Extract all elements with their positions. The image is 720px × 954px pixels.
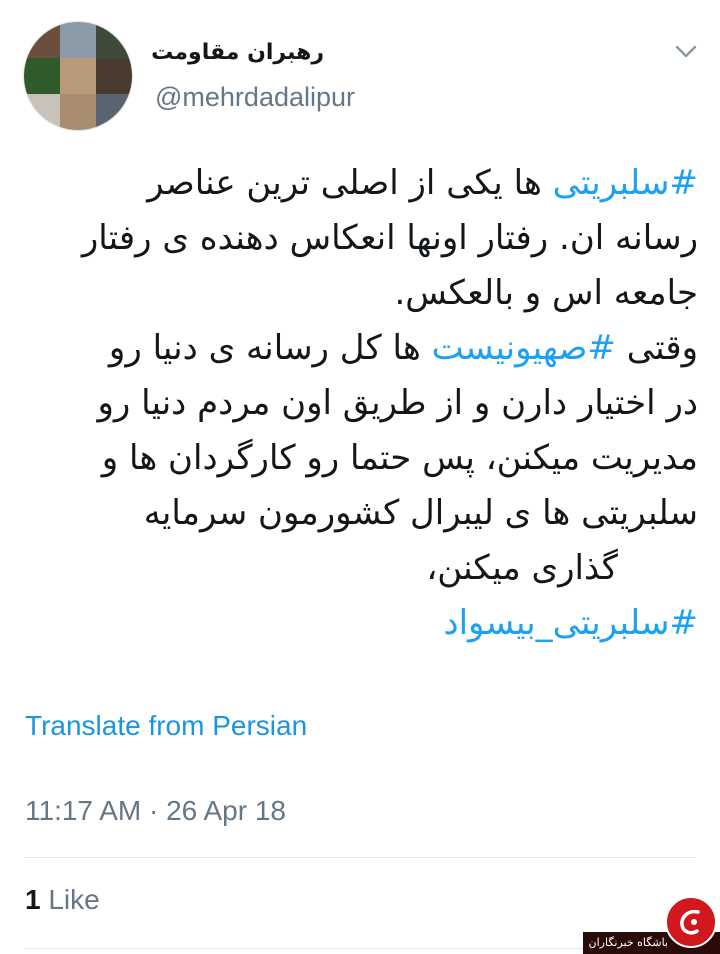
tweet-text-line: در اختیار دارن و از طریق اون مردم دنیا ر… <box>97 383 698 423</box>
translate-link[interactable]: Translate from Persian <box>25 710 307 742</box>
avatar-tile <box>24 22 60 58</box>
avatar-tile <box>24 58 60 94</box>
avatar-tile <box>96 94 132 130</box>
author-handle[interactable]: @mehrdadalipur <box>155 82 355 113</box>
likes-number: 1 <box>25 884 41 915</box>
hashtag-link[interactable]: #سلبریتی_بیسواد <box>443 603 698 643</box>
avatar-tile <box>60 58 96 94</box>
tweet-text-line: گذاری میکنن، <box>426 548 618 588</box>
tweet-timestamp[interactable]: 11:17 AM · 26 Apr 18 <box>25 795 286 827</box>
avatar-tile <box>24 94 60 130</box>
likes-count[interactable]: 1 Like <box>25 884 100 916</box>
tweet-text-line: #سلبریتی_بیسواد <box>22 596 698 651</box>
avatar-tile <box>60 22 96 58</box>
tweet-text-fragment: وقتی <box>615 328 698 368</box>
watermark-emblem-icon <box>665 896 717 948</box>
author-avatar[interactable] <box>24 22 132 130</box>
divider <box>25 857 695 858</box>
likes-label: Like <box>48 884 100 915</box>
tweet-text-line: مدیریت میکنن، پس حتما رو کارگردان ها و <box>101 438 698 478</box>
tweet-text: #سلبریتی ها یکی از اصلی ترین عناصر رسانه… <box>22 156 698 651</box>
tweet-text-line: #سلبریتی ها یکی از اصلی ترین عناصر <box>22 156 698 211</box>
watermark-logo: باشگاه خبرنگاران <box>583 896 720 954</box>
avatar-tile <box>96 22 132 58</box>
tweet-text-line: سلبریتی ها ی لیبرال کشورمون سرمایه <box>143 493 698 533</box>
hashtag-link[interactable]: #سلبریتی <box>553 163 698 203</box>
author-display-name[interactable]: رهبران مقاومت <box>151 40 324 65</box>
avatar-tile <box>60 94 96 130</box>
tweet-header: رهبران مقاومت @mehrdadalipur <box>0 0 720 140</box>
avatar-tile <box>96 58 132 94</box>
tweet-text-line: وقتی #صهیونیست ها کل رسانه ی دنیا رو <box>22 321 698 376</box>
tweet-text-line: رسانه ان. رفتار اونها انعکاس دهنده ی رفت… <box>81 218 698 258</box>
tweet-text-line: جامعه اس و بالعکس. <box>394 273 698 313</box>
chevron-down-icon[interactable] <box>670 36 702 68</box>
tweet-text-fragment: ها کل رسانه ی دنیا رو <box>108 328 432 368</box>
hashtag-link[interactable]: #صهیونیست <box>432 328 616 368</box>
tweet-text-fragment: ها یکی از اصلی ترین عناصر <box>147 163 553 203</box>
